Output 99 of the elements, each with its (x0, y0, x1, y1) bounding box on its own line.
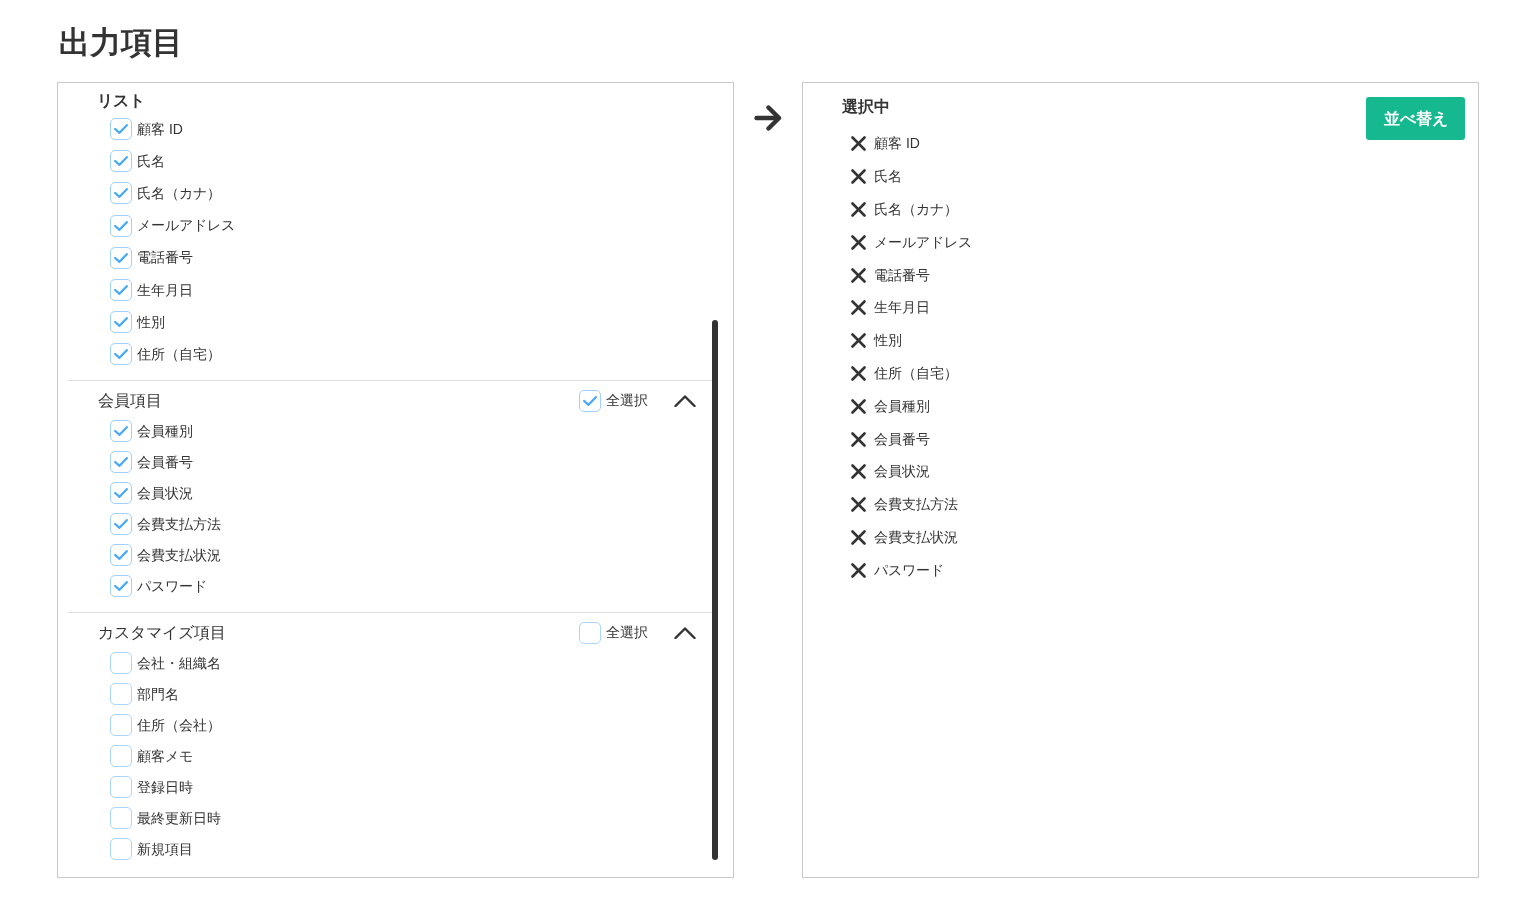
field-label: メールアドレス (137, 216, 235, 236)
checkbox[interactable] (110, 118, 132, 141)
close-icon[interactable] (851, 464, 866, 480)
selected-item-label: 氏名 (874, 167, 902, 187)
checkbox[interactable] (110, 652, 132, 674)
field-label: 最終更新日時 (137, 808, 221, 828)
check-icon (114, 550, 128, 560)
check-icon (114, 581, 128, 591)
selected-item-label: 会員状況 (874, 462, 930, 482)
check-icon (114, 285, 128, 296)
check-icon (114, 519, 128, 529)
selected-item-label: 会員番号 (874, 429, 930, 449)
select-all-label: 全選択 (606, 623, 648, 642)
checkbox[interactable] (110, 683, 132, 705)
checkbox[interactable] (579, 389, 601, 412)
field-label: 住所（自宅） (137, 344, 221, 364)
selected-item-label: 会員種別 (874, 396, 930, 416)
selected-item-label: 住所（自宅） (874, 364, 958, 384)
close-icon[interactable] (851, 398, 866, 414)
checkbox[interactable] (110, 246, 132, 269)
close-icon[interactable] (851, 169, 866, 185)
field-label: 顧客メモ (137, 746, 193, 766)
chevron-up-icon[interactable] (674, 626, 696, 639)
field-label: 登録日時 (137, 777, 193, 797)
chevron-up-icon[interactable] (674, 394, 696, 407)
check-icon (114, 457, 128, 467)
check-icon (114, 252, 128, 263)
field-label: 氏名（カナ） (137, 183, 221, 203)
arrow-right-icon (754, 104, 782, 132)
close-icon[interactable] (851, 234, 866, 250)
check-icon (114, 317, 128, 328)
sort-button[interactable]: 並べ替え (1366, 97, 1465, 140)
selected-item-label: 顧客 ID (874, 134, 920, 154)
check-icon (114, 220, 128, 231)
check-icon (114, 124, 128, 135)
selected-item-label: 氏名（カナ） (874, 200, 958, 220)
checkbox[interactable] (110, 482, 132, 504)
checkbox[interactable] (110, 838, 132, 860)
checkbox[interactable] (110, 575, 132, 597)
field-label: 住所（会社） (137, 715, 221, 735)
selected-item-label: メールアドレス (874, 232, 972, 252)
selected-item-label: 性別 (874, 331, 902, 351)
check-icon (114, 188, 128, 199)
field-label: 新規項目 (137, 839, 193, 859)
checkbox[interactable] (579, 621, 601, 644)
selected-item-label: パスワード (874, 560, 944, 580)
close-icon[interactable] (851, 136, 866, 152)
scrollbar-thumb[interactable] (712, 320, 718, 860)
checkbox[interactable] (110, 776, 132, 798)
field-label: 会費支払方法 (137, 514, 221, 534)
section-title: 会員項目 (98, 390, 162, 411)
field-label: 会員番号 (137, 452, 193, 472)
close-icon[interactable] (851, 562, 866, 578)
field-label: 会員種別 (137, 421, 193, 441)
field-label: パスワード (137, 576, 207, 596)
checkbox[interactable] (110, 182, 132, 205)
close-icon[interactable] (851, 530, 866, 546)
close-icon[interactable] (851, 333, 866, 349)
check-icon (583, 395, 597, 406)
selected-item-label: 会費支払状況 (874, 528, 958, 548)
field-label: 性別 (137, 312, 165, 332)
selected-item-label: 会費支払方法 (874, 495, 958, 515)
close-icon[interactable] (851, 497, 866, 513)
close-icon[interactable] (851, 202, 866, 218)
checkbox[interactable] (110, 745, 132, 767)
field-label: 生年月日 (137, 280, 193, 300)
checkbox[interactable] (110, 311, 132, 334)
checkbox[interactable] (110, 214, 132, 237)
field-label: 会社・組織名 (137, 653, 221, 673)
checkbox[interactable] (110, 807, 132, 829)
close-icon[interactable] (851, 300, 866, 316)
panel-title: 選択中 (842, 97, 890, 117)
checkbox[interactable] (110, 279, 132, 302)
field-label: 会員状況 (137, 483, 193, 503)
section-title: リスト (97, 91, 145, 111)
page-title: 出力項目 (59, 24, 183, 62)
selected-item-label: 生年月日 (874, 298, 930, 318)
checkbox[interactable] (110, 420, 132, 442)
checkbox[interactable] (110, 714, 132, 736)
checkbox[interactable] (110, 343, 132, 366)
section-title: カスタマイズ項目 (98, 622, 226, 643)
check-icon (114, 426, 128, 436)
field-label: 会費支払状況 (137, 545, 221, 565)
check-icon (114, 488, 128, 498)
checkbox[interactable] (110, 513, 132, 535)
checkbox[interactable] (110, 451, 132, 473)
check-icon (114, 156, 128, 167)
field-label: 電話番号 (137, 248, 193, 268)
close-icon[interactable] (851, 267, 866, 283)
field-label: 氏名 (137, 151, 165, 171)
field-label: 部門名 (137, 684, 179, 704)
field-label: 顧客 ID (137, 119, 183, 139)
checkbox[interactable] (110, 150, 132, 173)
check-icon (114, 349, 128, 360)
checkbox[interactable] (110, 544, 132, 566)
close-icon[interactable] (851, 366, 866, 382)
select-all-label: 全選択 (606, 391, 648, 410)
close-icon[interactable] (851, 431, 866, 447)
selected-item-label: 電話番号 (874, 265, 930, 285)
